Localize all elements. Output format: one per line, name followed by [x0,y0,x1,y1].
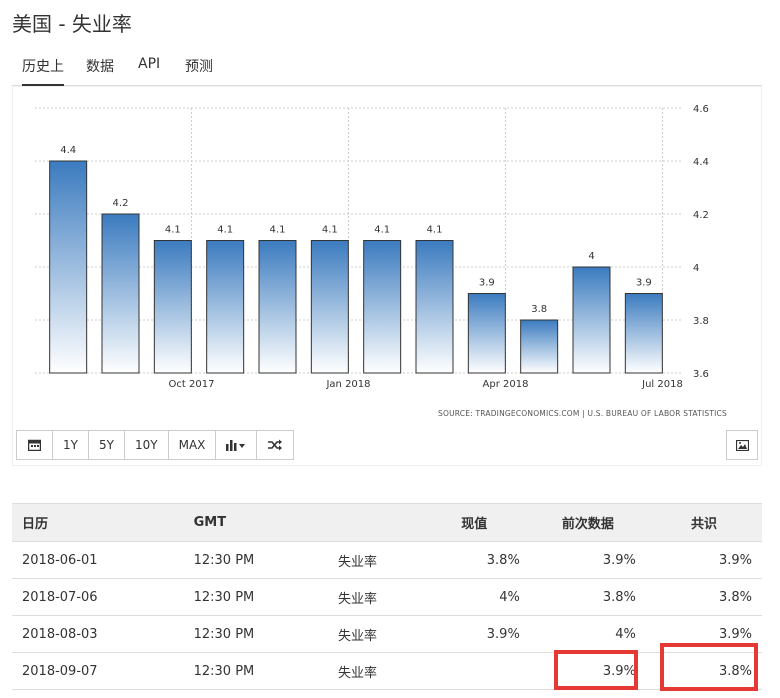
bar [572,266,611,374]
cell-actual: 3.8% [418,541,530,579]
x-tick-label: Jan 2018 [325,379,370,390]
bar-value-label: 4.1 [165,225,181,236]
bar [206,240,245,374]
tab-bar: 历史上 数据 API 预测 [12,52,762,86]
bar-value-label: 4.1 [270,225,286,236]
cell-previous: 3.9% [529,541,646,579]
cell-event[interactable]: 失业率 [327,541,419,579]
bar [153,240,192,374]
bar-value-label: 4 [588,251,594,262]
calendar-button[interactable] [17,431,53,459]
y-tick-label: 4.6 [693,104,709,115]
bar [310,240,349,374]
bar [624,293,663,374]
image-icon [735,439,749,451]
chart-panel: 4.6 4.4 4.2 4 3.8 3.6 Oct 2017 Jan 2018 Apr 2018… [12,86,762,466]
chart-toolbar: 1Y 5Y 10Y MAX [16,430,295,460]
range-1y-button[interactable]: 1Y [53,431,89,459]
cell-actual [418,652,530,690]
x-tick-label: Apr 2018 [483,379,529,390]
y-tick-label: 3.6 [693,369,709,380]
range-max-button[interactable]: MAX [168,431,217,459]
tab-api[interactable]: API [138,56,160,72]
table-header-row: 日历 GMT 现值 前次数据 共识 [12,503,762,542]
cell-event[interactable]: 失业率 [327,578,419,616]
bar [49,160,88,374]
cell-date: 2018-06-01 [12,541,184,579]
export-image-button[interactable] [726,430,758,460]
header-gmt: GMT [183,503,328,542]
range-5y-button[interactable]: 5Y [89,431,125,459]
cell-actual: 3.9% [418,615,530,653]
tab-forecast[interactable]: 预测 [185,56,213,76]
table-row: 2018-07-06 12:30 PM 失业率 4% 3.8% 3.8% [12,578,762,616]
table-row: 2018-09-07 12:30 PM 失业率 3.9% 3.8% [12,652,762,690]
bar-value-label: 3.9 [479,278,495,289]
y-tick-label: 4.2 [693,210,709,221]
y-tick-label: 3.8 [693,316,709,327]
bar [101,213,140,374]
bar [520,319,559,374]
bar [363,240,402,374]
y-tick-label: 4.4 [693,157,709,168]
x-tick-label: Jul 2018 [641,379,683,390]
cell-consensus: 3.8% [645,578,762,616]
table-row: 2018-08-03 12:30 PM 失业率 3.9% 4% 3.9% [12,615,762,653]
highlight-previous-box [554,650,638,690]
chart-source: SOURCE: TRADINGECONOMICS.COM | U.S. BURE… [438,409,727,418]
cell-actual: 4% [418,578,530,616]
table-row: 2018-06-01 12:30 PM 失业率 3.8% 3.9% 3.9% [12,541,762,579]
cell-time: 12:30 PM [183,578,328,616]
header-calendar: 日历 [12,503,184,542]
compare-button[interactable] [257,431,294,459]
cell-previous: 4% [529,615,646,653]
cell-time: 12:30 PM [183,652,328,690]
bar-value-label: 4.2 [113,198,129,209]
bar-chart-icon [226,440,246,451]
bar-value-label: 4.4 [60,145,76,156]
x-tick-label: Oct 2017 [169,379,215,390]
cell-date: 2018-07-06 [12,578,184,616]
cell-consensus: 3.9% [645,541,762,579]
page-title: 美国 - 失业率 [12,12,132,36]
calendar-icon [28,439,41,451]
bar [467,293,506,374]
cell-event[interactable]: 失业率 [327,615,419,653]
cell-date: 2018-09-07 [12,652,184,690]
range-10y-button[interactable]: 10Y [125,431,169,459]
bar-value-label: 4.1 [427,225,443,236]
chart-type-button[interactable] [216,431,258,459]
cell-previous: 3.8% [529,578,646,616]
calendar-table: 日历 GMT 现值 前次数据 共识 2018-06-01 12:30 PM 失业… [12,503,762,690]
bar [258,240,297,374]
header-previous: 前次数据 [529,503,646,542]
bar-value-label: 3.8 [531,304,547,315]
unemployment-bar-chart: 4.6 4.4 4.2 4 3.8 3.6 Oct 2017 Jan 2018 Apr 2018… [35,104,709,390]
bar-value-label: 3.9 [636,278,652,289]
cell-time: 12:30 PM [183,541,328,579]
bar [415,240,454,374]
header-consensus: 共识 [645,503,762,542]
tab-data[interactable]: 数据 [86,56,114,76]
cell-time: 12:30 PM [183,615,328,653]
bar-value-label: 4.1 [374,225,390,236]
cell-event[interactable]: 失业率 [327,652,419,690]
header-event [327,503,419,542]
bar-value-label: 4.1 [217,225,233,236]
tab-history[interactable]: 历史上 [22,56,64,86]
header-actual: 现值 [418,503,530,542]
shuffle-icon [268,439,283,451]
cell-date: 2018-08-03 [12,615,184,653]
y-tick-label: 4 [693,263,699,274]
highlight-consensus-box [660,643,758,691]
bar-value-label: 4.1 [322,225,338,236]
